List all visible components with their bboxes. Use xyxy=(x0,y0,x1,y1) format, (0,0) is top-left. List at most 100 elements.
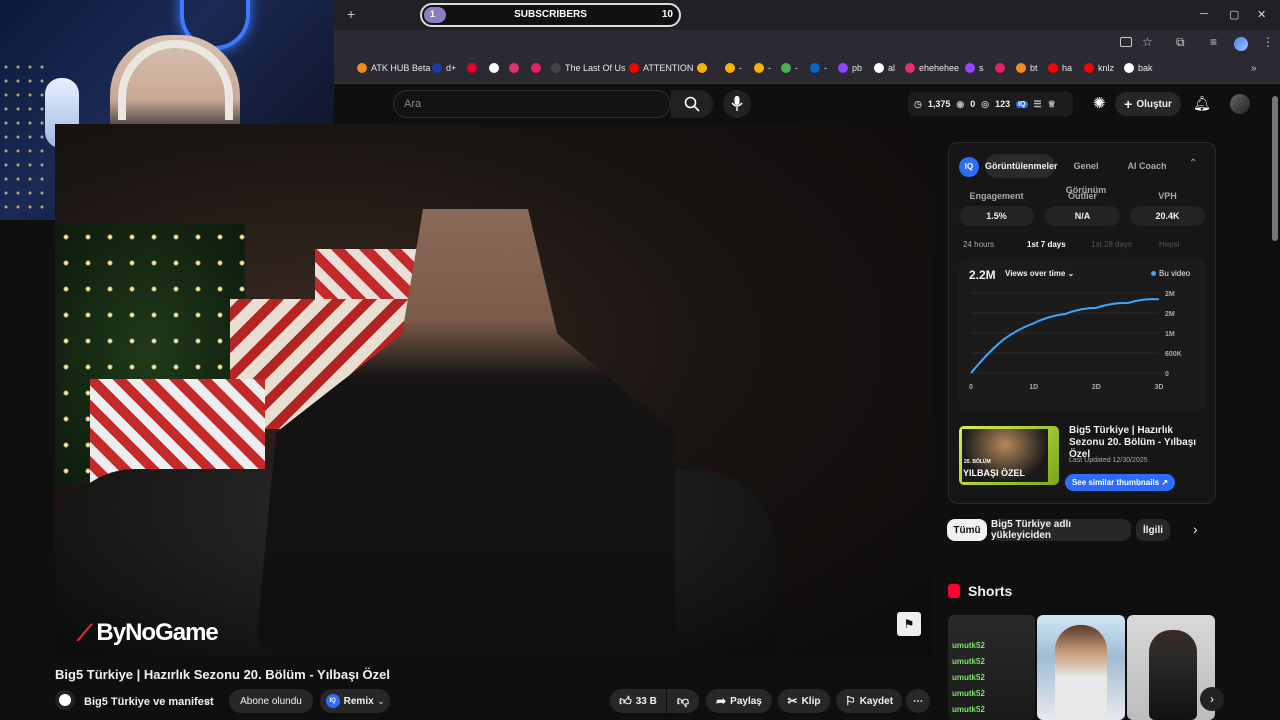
bookmark-item[interactable]: bak xyxy=(1124,63,1153,73)
bookmark-item[interactable]: s xyxy=(965,63,984,73)
bookmark-item[interactable] xyxy=(531,63,545,73)
like-button[interactable]: 👍︎ 33 B xyxy=(610,689,666,713)
short-card[interactable] xyxy=(1037,615,1125,720)
watermark-text: ByNoGame xyxy=(96,619,218,646)
bookmark-favicon-icon xyxy=(1048,63,1058,73)
save-button[interactable]: ⚐ Kaydet xyxy=(836,689,902,713)
tab-overview-label: Genel Görünüm xyxy=(1065,161,1107,195)
channel-avatar[interactable] xyxy=(55,690,75,710)
bookmark-item[interactable]: - xyxy=(725,63,742,73)
maximize-button[interactable]: ▢ xyxy=(1229,8,1239,21)
thumbnail-text-bottom: YILBAŞI ÖZEL xyxy=(963,468,1026,478)
browser-menu-icon[interactable]: ⋮ xyxy=(1262,35,1274,49)
bookmark-favicon-icon xyxy=(1084,63,1094,73)
legend-dot xyxy=(1151,271,1156,276)
bookmark-item[interactable]: ha xyxy=(1048,63,1072,73)
voice-search-button[interactable] xyxy=(723,90,751,118)
bookmark-item[interactable]: knlz xyxy=(1084,63,1114,73)
trophy-icon[interactable]: ♕ xyxy=(1048,99,1056,110)
channel-watermark-icon[interactable]: ⚑ xyxy=(897,612,921,636)
external-link-icon: ↗ xyxy=(1161,478,1169,487)
chip-related[interactable]: İlgili xyxy=(1136,519,1170,541)
range-tab[interactable]: 24 hours xyxy=(963,240,994,249)
tab-ai-coach[interactable]: AI Coach xyxy=(1121,154,1173,178)
video-player[interactable]: ⟋ ByNoGame ⚑ xyxy=(55,124,932,656)
bookmark-item[interactable]: The Last Of Us xyxy=(551,63,626,73)
bookmark-favicon-icon xyxy=(509,63,519,73)
list-icon[interactable]: ☰ xyxy=(1034,99,1042,110)
collapse-chevron-icon[interactable]: ⌃ xyxy=(1189,158,1197,169)
bookmark-item[interactable]: - xyxy=(810,63,827,73)
share-label: Paylaş xyxy=(730,695,762,707)
vidiq-icon[interactable]: IQ xyxy=(1016,100,1028,108)
media-controls-icon[interactable]: ≡ xyxy=(1210,35,1217,49)
dislike-button[interactable]: 👎︎ xyxy=(667,689,699,713)
close-button[interactable]: ✕ xyxy=(1257,8,1266,21)
profile-avatar[interactable] xyxy=(1234,37,1248,51)
bookmark-item[interactable]: - xyxy=(781,63,798,73)
search-button[interactable] xyxy=(671,90,713,118)
channel-name[interactable]: Big5 Türkiye ve manifest xyxy=(84,696,214,708)
bookmark-item[interactable]: ATK HUB Beta xyxy=(357,63,430,73)
bynogame-logo: ⟋ ByNoGame xyxy=(77,619,219,647)
notifications-bell-icon[interactable]: 🔔︎ xyxy=(1193,95,1211,112)
bookmark-favicon-icon xyxy=(838,63,848,73)
short-card[interactable]: umutk52 umutk52 umutk52 umutk52 umutk52 xyxy=(948,615,1035,720)
create-button[interactable]: + Oluştur xyxy=(1115,92,1181,116)
range-tab[interactable]: 1st 28 days xyxy=(1091,240,1132,249)
bookmark-item[interactable]: bt xyxy=(1016,63,1038,73)
y-tick-label: 0 xyxy=(1165,371,1169,378)
bookmark-favicon-icon xyxy=(995,63,1005,73)
bookmark-item[interactable] xyxy=(697,63,711,73)
extensions-icon[interactable]: ⧉ xyxy=(1176,35,1185,50)
shorts-next-button[interactable]: › xyxy=(1200,687,1224,711)
similar-thumbnails-button[interactable]: See similar thumbnails ↗ xyxy=(1065,474,1175,491)
x-tick-label: 3D xyxy=(1155,384,1164,391)
new-tab-button[interactable]: + xyxy=(347,6,355,22)
remix-button[interactable]: IQ Remix ⌄ xyxy=(320,689,390,713)
bookmark-item[interactable]: d+ xyxy=(432,63,456,73)
chip-all[interactable]: Tümü xyxy=(947,519,987,541)
bookmark-item[interactable] xyxy=(467,63,481,73)
page-scrollbar[interactable] xyxy=(1272,96,1278,241)
chips-next-chevron-icon[interactable]: › xyxy=(1193,521,1198,537)
gear-badge-icon[interactable]: ✺ xyxy=(1093,94,1106,112)
chip-from-uploader[interactable]: Big5 Türkiye adlı yükleyiciden xyxy=(991,519,1131,541)
range-tab[interactable]: Hepsi xyxy=(1159,240,1179,249)
bookmark-item[interactable] xyxy=(995,63,1009,73)
bookmark-item[interactable] xyxy=(489,63,503,73)
chevron-down-icon: ⌄ xyxy=(1067,269,1075,278)
clip-button[interactable]: ✂ Klip xyxy=(778,689,830,713)
bookmark-item[interactable]: ATTENTION xyxy=(629,63,693,73)
chart-legend: Bu video xyxy=(1151,269,1190,278)
install-app-icon[interactable] xyxy=(1120,37,1132,47)
metric-value: 20.4K xyxy=(1130,206,1205,226)
bookmark-item[interactable]: - xyxy=(754,63,771,73)
minimize-button[interactable]: ─ xyxy=(1200,8,1208,20)
share-button[interactable]: ➦ Paylaş xyxy=(706,689,772,713)
tab-ai-coach-label: AI Coach xyxy=(1127,161,1167,171)
search-input[interactable]: Ara xyxy=(393,90,671,118)
video-thumbnail[interactable]: 20. BÖLÜM YILBAŞI ÖZEL xyxy=(959,426,1059,485)
bookmark-label: s xyxy=(979,63,984,73)
range-tab[interactable]: 1st 7 days xyxy=(1027,240,1066,249)
bookmark-item[interactable] xyxy=(509,63,523,73)
bookmark-item[interactable]: ehehehee xyxy=(905,63,959,73)
more-actions-button[interactable]: ⋯ xyxy=(906,689,930,713)
bookmark-star-icon[interactable]: ☆ xyxy=(1142,35,1153,49)
short-thumbnail-person xyxy=(1055,625,1107,720)
metric-value: N/A xyxy=(1045,206,1120,226)
tab-views[interactable]: Görüntülenmeler xyxy=(985,154,1058,178)
chat-line: umutk52 xyxy=(952,641,985,650)
tab-overview[interactable]: Genel Görünüm xyxy=(1055,154,1117,195)
subscribed-button[interactable]: Abone olundu xyxy=(229,689,313,713)
account-avatar[interactable] xyxy=(1230,94,1250,114)
thumbnail-title: Big5 Türkiye | Hazırlık Sezonu 20. Bölüm… xyxy=(1069,425,1197,460)
clip-label: Klip xyxy=(801,695,821,707)
bookmark-label: ehehehee xyxy=(919,63,960,73)
bookmark-item[interactable]: al xyxy=(874,63,895,73)
bookmark-favicon-icon xyxy=(1016,63,1026,73)
views-dropdown[interactable]: Views over time ⌄ xyxy=(1005,269,1074,278)
bookmarks-overflow-icon[interactable]: » xyxy=(1251,63,1257,74)
bookmark-item[interactable]: pb xyxy=(838,63,862,73)
